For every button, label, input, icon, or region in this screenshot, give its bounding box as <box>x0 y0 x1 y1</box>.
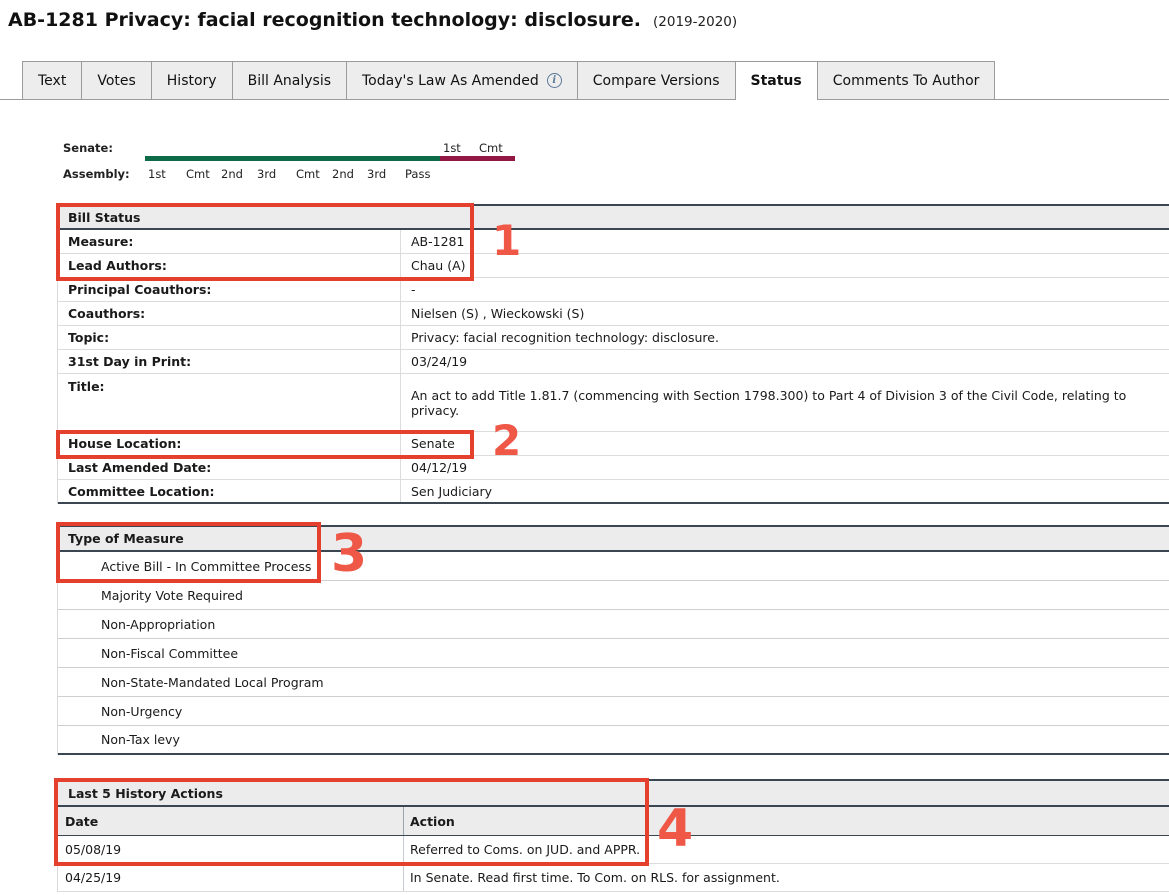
tab-comments-to-author[interactable]: Comments To Author <box>817 61 996 99</box>
bill-progress-bar <box>145 156 515 161</box>
table-row: 05/08/19 Referred to Coms. on JUD. and A… <box>58 836 1169 864</box>
senate-stage-cmt: Cmt <box>479 141 503 155</box>
session-years: (2019-2020) <box>653 14 737 30</box>
action-column-header: Action <box>404 807 1169 835</box>
tab-history[interactable]: History <box>151 61 233 99</box>
tab-status[interactable]: Status <box>735 61 818 100</box>
history-actions-header: Last 5 History Actions <box>58 779 1169 807</box>
tab-bill-analysis[interactable]: Bill Analysis <box>232 61 347 99</box>
table-row: Last Amended Date: 04/12/19 <box>58 456 1169 480</box>
history-action: In Senate. Read first time. To Com. on R… <box>404 864 1169 891</box>
info-icon[interactable]: i <box>547 73 562 88</box>
row-value: AB-1281 <box>401 230 1169 253</box>
progress-completed-segment <box>145 156 440 161</box>
table-row: Coauthors: Nielsen (S) , Wieckowski (S) <box>58 302 1169 326</box>
table-row: 31st Day in Print: 03/24/19 <box>58 350 1169 374</box>
list-item: Non-State-Mandated Local Program <box>58 668 1169 697</box>
row-value: - <box>401 278 1169 301</box>
list-item: Majority Vote Required <box>58 581 1169 610</box>
table-row: 04/25/19 In Senate. Read first time. To … <box>58 864 1169 892</box>
assembly-stage-pass: Pass <box>405 167 430 181</box>
table-row: Lead Authors: Chau (A) <box>58 254 1169 278</box>
assembly-stage-2nd2: 2nd <box>332 167 354 181</box>
row-value: Sen Judiciary <box>401 480 1169 502</box>
assembly-progress-label: Assembly: <box>63 167 130 181</box>
table-row: Topic: Privacy: facial recognition techn… <box>58 326 1169 350</box>
table-row: House Location: Senate <box>58 432 1169 456</box>
row-value: Privacy: facial recognition technology: … <box>401 326 1169 349</box>
row-label: Topic: <box>58 326 401 349</box>
assembly-stage-cmt2: Cmt <box>296 167 320 181</box>
list-item: Non-Urgency <box>58 697 1169 726</box>
type-of-measure-header: Type of Measure <box>58 525 1169 552</box>
list-item: Non-Tax levy <box>58 726 1169 755</box>
row-label: 31st Day in Print: <box>58 350 401 373</box>
row-label: House Location: <box>58 432 401 455</box>
tab-todays-law-as-amended[interactable]: Today's Law As Amended i <box>346 61 578 99</box>
history-action: Referred to Coms. on JUD. and APPR. <box>404 836 1169 863</box>
row-value: 04/12/19 <box>401 456 1169 479</box>
table-row: Title: An act to add Title 1.81.7 (comme… <box>58 374 1169 432</box>
assembly-stage-cmt1: Cmt <box>186 167 210 181</box>
tab-votes[interactable]: Votes <box>81 61 151 99</box>
history-column-headers: Date Action <box>58 807 1169 836</box>
row-label: Committee Location: <box>58 480 401 502</box>
row-value: An act to add Title 1.81.7 (commencing w… <box>401 374 1169 431</box>
list-item: Non-Fiscal Committee <box>58 639 1169 668</box>
table-row: Principal Coauthors: - <box>58 278 1169 302</box>
tab-text[interactable]: Text <box>22 61 82 99</box>
row-value: 03/24/19 <box>401 350 1169 373</box>
table-row: Measure: AB-1281 <box>58 230 1169 254</box>
assembly-stage-1st: 1st <box>148 167 166 181</box>
history-date: 05/08/19 <box>58 836 404 863</box>
list-item: Non-Appropriation <box>58 610 1169 639</box>
tab-bar: Text Votes History Bill Analysis Today's… <box>0 61 1169 100</box>
assembly-stage-3rd1: 3rd <box>257 167 276 181</box>
row-label: Coauthors: <box>58 302 401 325</box>
row-label: Principal Coauthors: <box>58 278 401 301</box>
history-actions-table: Last 5 History Actions Date Action 05/08… <box>57 779 1169 892</box>
history-date: 04/25/19 <box>58 864 404 891</box>
tab-compare-versions[interactable]: Compare Versions <box>577 61 736 99</box>
row-label: Lead Authors: <box>58 254 401 277</box>
row-label: Last Amended Date: <box>58 456 401 479</box>
table-row: Committee Location: Sen Judiciary <box>58 480 1169 504</box>
senate-stage-1st: 1st <box>443 141 461 155</box>
assembly-stage-2nd1: 2nd <box>221 167 243 181</box>
row-value: Senate <box>401 432 1169 455</box>
date-column-header: Date <box>58 807 404 835</box>
assembly-stage-3rd2: 3rd <box>367 167 386 181</box>
bill-status-header: Bill Status <box>58 204 1169 230</box>
page-title: AB-1281 Privacy: facial recognition tech… <box>8 9 737 31</box>
bill-status-table: Bill Status Measure: AB-1281 Lead Author… <box>57 204 1169 504</box>
list-item: Active Bill - In Committee Process <box>58 552 1169 581</box>
type-of-measure-table: Type of Measure Active Bill - In Committ… <box>57 525 1169 755</box>
row-value: Chau (A) <box>401 254 1169 277</box>
row-value: Nielsen (S) , Wieckowski (S) <box>401 302 1169 325</box>
row-label: Title: <box>58 374 401 431</box>
bill-title: AB-1281 Privacy: facial recognition tech… <box>8 9 641 31</box>
row-label: Measure: <box>58 230 401 253</box>
senate-progress-label: Senate: <box>63 141 113 155</box>
progress-current-segment <box>440 156 515 161</box>
